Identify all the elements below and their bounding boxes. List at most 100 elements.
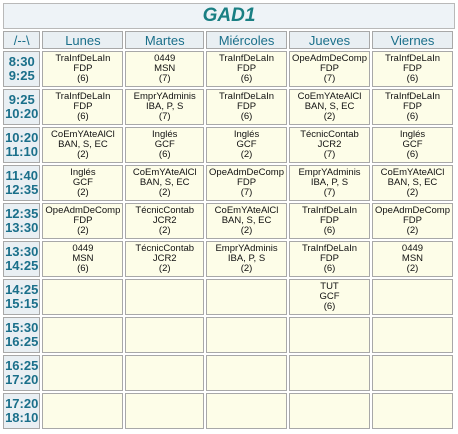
class-cell[interactable]: OpeAdmDeComp FDP (7)	[206, 165, 288, 201]
empty-cell	[125, 279, 205, 315]
teacher-label: MSN	[154, 64, 176, 74]
subject-label: Inglés	[152, 130, 178, 140]
teacher-label: JCR2	[152, 254, 177, 264]
group-label: (2)	[240, 150, 253, 160]
teacher-label: FDP	[320, 254, 339, 264]
class-cell[interactable]: CoEmYAteAlCl BAN, S, EC (2)	[371, 165, 453, 201]
class-cell[interactable]: Inglés GCF (2)	[42, 165, 124, 201]
time-end: 15:15	[5, 296, 39, 311]
empty-cell	[42, 393, 124, 429]
group-label: (7)	[323, 188, 336, 198]
class-cell[interactable]: TraInfDeLaIn FDP (6)	[371, 51, 453, 87]
class-cell[interactable]: CoEmYAteAlCl BAN, S, EC (2)	[42, 127, 124, 163]
subject-label: OpeAdmDeComp	[209, 168, 285, 178]
subject-label: TraInfDeLaIn	[384, 54, 441, 64]
class-cell[interactable]: OpeAdmDeComp FDP (7)	[289, 51, 370, 87]
group-label: (6)	[406, 150, 419, 160]
class-cell[interactable]: TraInfDeLaIn FDP (6)	[371, 89, 453, 125]
teacher-label: FDP	[237, 178, 257, 188]
time-start: 14:25	[5, 282, 39, 297]
class-cell[interactable]: TécnicContab JCR2 (2)	[125, 203, 205, 239]
class-cell[interactable]: OpeAdmDeComp FDP (2)	[371, 203, 453, 239]
schedule-body: 8:30 9:25 TraInfDeLaIn FDP (6) 0449 MSN (7) TraI…	[3, 51, 453, 429]
teacher-label: IBA, P, S	[227, 254, 266, 264]
time-start: 13:30	[5, 244, 39, 259]
class-cell[interactable]: CoEmYAteAlCl BAN, S, EC (2)	[206, 203, 288, 239]
time-slot: 9:25 10:20	[3, 89, 41, 125]
class-cell[interactable]: TraInfDeLaIn FDP (6)	[206, 51, 288, 87]
time-slot: 16:25 17:20	[3, 355, 41, 391]
teacher-label: BAN, S, EC	[304, 102, 355, 112]
teacher-label: FDP	[237, 64, 257, 74]
time-start: 17:20	[5, 396, 39, 411]
class-cell[interactable]: EmprYAdminis IBA, P, S (7)	[125, 89, 205, 125]
subject-label: TraInfDeLaIn	[301, 244, 358, 254]
empty-cell	[371, 393, 453, 429]
teacher-label: BAN, S, EC	[221, 216, 272, 226]
class-cell[interactable]: TraInfDeLaIn FDP (6)	[42, 89, 124, 125]
group-label: (6)	[77, 112, 89, 122]
group-label: (6)	[323, 226, 336, 236]
table-row: 15:30 16:25	[3, 317, 453, 353]
subject-label: 0449	[72, 244, 94, 254]
subject-label: Inglés	[233, 130, 260, 140]
class-cell[interactable]: EmprYAdminis IBA, P, S (2)	[206, 241, 288, 277]
teacher-label: FDP	[237, 102, 257, 112]
class-cell[interactable]: CoEmYAteAlCl BAN, S, EC (2)	[289, 89, 370, 125]
subject-label: TraInfDeLaIn	[55, 54, 111, 64]
subject-label: CoEmYAteAlCl	[297, 92, 362, 102]
day-header-jueves: Jueves	[289, 31, 370, 49]
class-cell[interactable]: TraInfDeLaIn FDP (6)	[289, 203, 370, 239]
subject-label: CoEmYAteAlCl	[132, 168, 197, 178]
class-cell[interactable]: TécnicContab JCR2 (7)	[289, 127, 370, 163]
class-cell[interactable]: EmprYAdminis IBA, P, S (7)	[289, 165, 370, 201]
time-end: 11:10	[5, 144, 38, 159]
empty-cell	[206, 317, 288, 353]
empty-cell	[125, 355, 205, 391]
table-row: 8:30 9:25 TraInfDeLaIn FDP (6) 0449 MSN (7) TraI…	[3, 51, 453, 87]
subject-label: TraInfDeLaIn	[55, 92, 111, 102]
corner-cell: /--\	[3, 31, 41, 49]
schedule-grid: /--\ Lunes Martes Miércoles Jueves Viern…	[1, 29, 455, 431]
class-cell[interactable]: Inglés GCF (2)	[206, 127, 288, 163]
table-row: 16:25 17:20	[3, 355, 453, 391]
class-cell[interactable]: 0449 MSN (7)	[125, 51, 205, 87]
class-cell[interactable]: TraInfDeLaIn FDP (6)	[42, 51, 124, 87]
time-start: 10:20	[5, 130, 39, 145]
subject-label: TécnicContab	[135, 206, 195, 216]
time-end: 17:20	[5, 372, 39, 387]
teacher-label: JCR2	[317, 140, 342, 150]
day-header-martes: Martes	[125, 31, 205, 49]
teacher-label: FDP	[73, 216, 93, 226]
class-cell[interactable]: TécnicContab JCR2 (2)	[125, 241, 205, 277]
empty-cell	[371, 317, 453, 353]
group-label: (7)	[158, 112, 171, 122]
empty-cell	[125, 393, 205, 429]
table-row: 13:30 14:25 0449 MSN (6) TécnicContab JCR2 (2) E…	[3, 241, 453, 277]
empty-cell	[206, 393, 288, 429]
teacher-label: FDP	[402, 216, 422, 226]
time-start: 11:40	[5, 168, 38, 183]
group-label: (2)	[77, 150, 89, 160]
class-cell[interactable]: 0449 MSN (6)	[42, 241, 124, 277]
teacher-label: MSN	[401, 254, 424, 264]
class-cell[interactable]: Inglés GCF (6)	[125, 127, 205, 163]
class-cell[interactable]: OpeAdmDeComp FDP (2)	[42, 203, 124, 239]
group-label: (2)	[240, 264, 253, 274]
day-header-viernes: Viernes	[371, 31, 453, 49]
time-end: 13:30	[5, 220, 39, 235]
subject-label: TraInfDeLaIn	[218, 92, 275, 102]
empty-cell	[206, 355, 288, 391]
class-cell[interactable]: Inglés GCF (6)	[371, 127, 453, 163]
class-cell[interactable]: TraInfDeLaIn FDP (6)	[289, 241, 370, 277]
class-cell[interactable]: TraInfDeLaIn FDP (6)	[206, 89, 288, 125]
subject-label: OpeAdmDeComp	[292, 54, 367, 64]
empty-cell	[289, 317, 370, 353]
class-cell[interactable]: TUT GCF (6)	[289, 279, 370, 315]
teacher-label: BAN, S, EC	[387, 178, 438, 188]
table-row: 17:20 18:10	[3, 393, 453, 429]
class-cell[interactable]: CoEmYAteAlCl BAN, S, EC (2)	[125, 165, 205, 201]
group-label: (6)	[77, 264, 89, 274]
class-cell[interactable]: 0449 MSN (2)	[371, 241, 453, 277]
empty-cell	[42, 317, 124, 353]
